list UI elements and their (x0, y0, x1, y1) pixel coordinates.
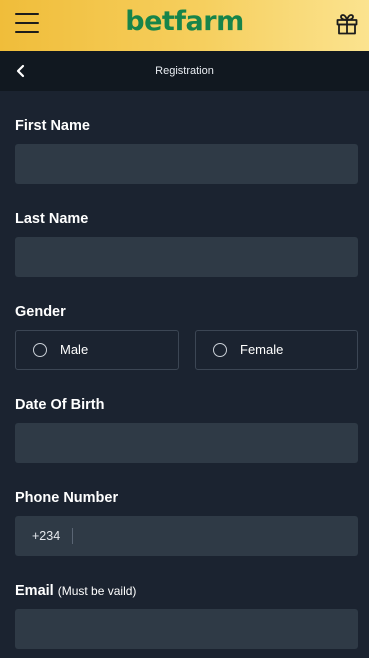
last-name-input[interactable] (15, 237, 358, 277)
top-bar: betfarm (0, 0, 369, 51)
gift-icon[interactable] (335, 12, 359, 36)
phone-input[interactable]: +234 (15, 516, 358, 556)
email-note: (Must be vaild) (57, 584, 137, 598)
email-label-text: Email (15, 583, 54, 599)
dob-label: Date Of Birth (15, 397, 105, 413)
page-title: Registration (155, 65, 214, 77)
radio-unchecked-icon[interactable] (33, 343, 47, 357)
gender-option-label: Male (60, 342, 89, 357)
betfarm-logo[interactable]: betfarm (0, 6, 369, 38)
gender-label: Gender (15, 304, 66, 320)
gender-option-label: Female (240, 342, 284, 357)
last-name-label: Last Name (15, 211, 89, 227)
dob-input[interactable] (15, 423, 358, 463)
gender-option-female[interactable]: Female (195, 330, 358, 370)
registration-header: Registration (0, 51, 369, 91)
country-code-prefix: +234 (32, 529, 61, 543)
first-name-label: First Name (15, 118, 90, 134)
email-input[interactable] (15, 609, 358, 649)
email-label: Email (Must be vaild) (15, 582, 136, 600)
phone-divider (72, 528, 73, 544)
first-name-input[interactable] (15, 144, 358, 184)
phone-label: Phone Number (15, 490, 119, 506)
gender-option-male[interactable]: Male (15, 330, 179, 370)
radio-unchecked-icon[interactable] (213, 343, 227, 357)
